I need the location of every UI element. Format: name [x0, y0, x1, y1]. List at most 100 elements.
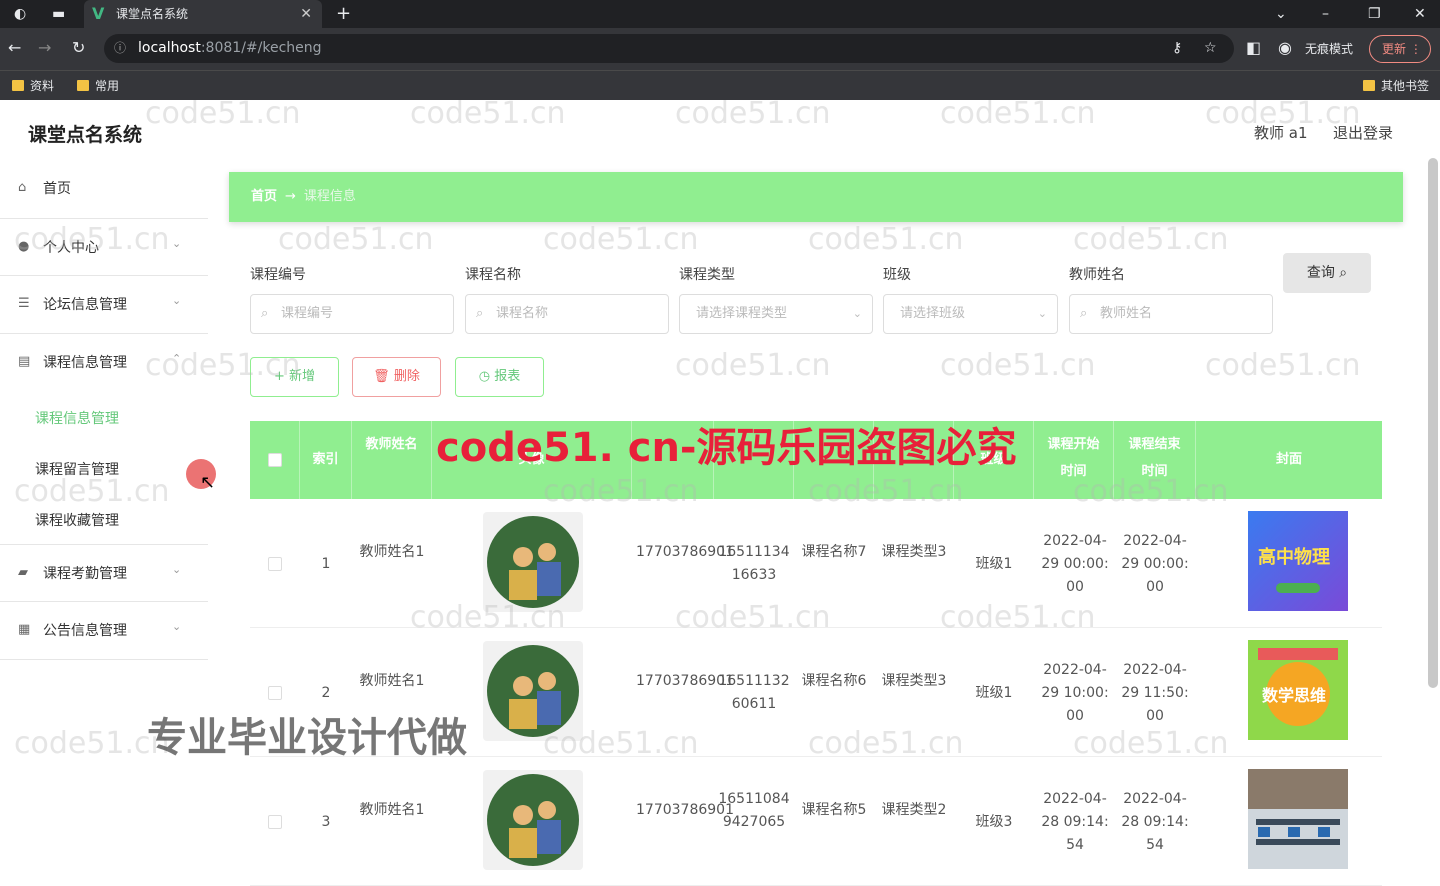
sidebar-item-notice[interactable]: ▦ 公告信息管理 ⌄ [0, 602, 208, 660]
cell-type: 课程类型3 [881, 673, 947, 689]
sidebar-item-home[interactable]: ⌂ 首页 [0, 160, 208, 218]
cell-phone: 17703786901 [636, 544, 734, 560]
minimize-icon[interactable]: – [1322, 4, 1329, 24]
chevron-down-icon[interactable]: ⌄ [1275, 4, 1287, 24]
watermark: code51.cn [410, 96, 566, 131]
placeholder: 教师姓名 [1100, 306, 1153, 321]
trash-icon: 🗑 [373, 369, 390, 384]
user-icon: ● [18, 239, 30, 254]
close-window-icon[interactable]: ✕ [1414, 4, 1426, 24]
class-select[interactable]: 请选择班级 ⌄ [883, 294, 1058, 334]
globe-icon[interactable]: ◐ [14, 4, 26, 24]
search-icon: ⌕ [1339, 265, 1348, 281]
tab-bar: ◐ ▬ V 课堂点名系统 ✕ + ⌄ – ❐ ✕ [0, 0, 1440, 28]
cell-name: 课程名称5 [801, 802, 867, 818]
watermark: code51.cn [1073, 222, 1229, 257]
header-cover[interactable]: 封面 [1196, 421, 1382, 499]
sidebar-item-label: 公告信息管理 [43, 623, 127, 639]
search-icon: ⌕ [261, 306, 269, 321]
back-icon[interactable]: ← [8, 38, 21, 58]
sidebar-item-course[interactable]: ▤ 课程信息管理 ⌃ [0, 334, 208, 392]
cover-image: 数学思维 [1248, 640, 1348, 740]
window-icon[interactable]: ▬ [52, 4, 65, 24]
browser-tab[interactable]: V 课堂点名系统 ✕ [84, 0, 322, 28]
sidepanel-icon[interactable]: ◧ [1246, 38, 1261, 58]
bookmarks-bar: 资料 常用 其他书签 [0, 70, 1440, 100]
user-label[interactable]: 教师 a1 [1254, 122, 1308, 143]
key-icon[interactable]: ⚷ [1172, 34, 1182, 63]
update-button[interactable]: 更新 ⋮ [1369, 35, 1431, 63]
url-input[interactable]: ⓘ localhost:8081/#/kecheng ⚷ ☆ [104, 34, 1234, 63]
chevron-down-icon: ⌄ [852, 307, 862, 320]
header-teacher[interactable]: 教师姓名 [352, 421, 432, 499]
select-all-checkbox[interactable] [268, 453, 282, 467]
watermark: code51.cn [940, 348, 1096, 383]
report-button[interactable]: ◷ 报表 [455, 357, 544, 397]
reload-icon[interactable]: ↻ [72, 38, 85, 58]
header-index[interactable]: 索引 [300, 421, 352, 499]
query-button[interactable]: 查询 ⌕ [1283, 253, 1371, 293]
other-bookmarks[interactable]: 其他书签 [1363, 77, 1429, 95]
watermark: code51.cn [675, 348, 831, 383]
delete-button[interactable]: 🗑 删除 [352, 357, 441, 397]
logout-link[interactable]: 退出登录 [1333, 122, 1393, 143]
delete-label: 删除 [393, 369, 420, 384]
new-tab-icon[interactable]: + [336, 4, 351, 24]
teacher-name-input[interactable]: ⌕ 教师姓名 [1069, 294, 1273, 334]
url-host: localhost [138, 40, 201, 56]
search-icon: ⌕ [476, 306, 484, 321]
filter-label: 课程名称 [465, 267, 521, 283]
close-tab-icon[interactable]: ✕ [300, 0, 312, 28]
add-button[interactable]: + 新增 [250, 357, 339, 397]
cover-image: 高中物理 [1248, 511, 1348, 611]
row-checkbox[interactable] [268, 815, 282, 829]
submenu-course-info[interactable]: 课程信息管理 [35, 408, 119, 428]
cell-teacher: 教师姓名1 [359, 673, 425, 689]
placeholder: 请选择班级 [900, 306, 966, 321]
cell-class: 班级1 [975, 556, 1013, 572]
cell-start: 2022-04-29 10:00:00 [1041, 662, 1109, 724]
gray-watermark: 专业毕业设计代做 [147, 715, 467, 761]
sidebar-item-profile[interactable]: ● 个人中心 ⌄ [0, 218, 208, 276]
cell-teacher: 教师姓名1 [359, 802, 425, 818]
submenu-course-messages[interactable]: 课程留言管理 [35, 459, 119, 479]
book-icon: ▤ [18, 354, 31, 369]
home-icon: ⌂ [18, 180, 27, 195]
row-checkbox[interactable] [268, 686, 282, 700]
row-checkbox[interactable] [268, 557, 282, 571]
sidebar-item-label: 个人中心 [43, 240, 99, 256]
sidebar-item-label: 首页 [43, 181, 71, 197]
cell-start: 2022-04-29 00:00:00 [1041, 533, 1109, 595]
header-start[interactable]: 课程开始时间 [1034, 421, 1114, 499]
bookmark-folder[interactable]: 常用 [77, 77, 119, 95]
watermark: code51.cn [145, 96, 301, 131]
cell-start: 2022-04-28 09:14:54 [1041, 791, 1109, 853]
browser-chrome: ◐ ▬ V 课堂点名系统 ✕ + ⌄ – ❐ ✕ ← → ↻ ⓘ localho… [0, 0, 1440, 100]
bookmark-folder[interactable]: 资料 [12, 77, 54, 95]
table-row[interactable]: 3 教师姓名1 17703786901 165110849427065 课程名称… [250, 757, 1382, 886]
watermark: code51.cn [14, 474, 170, 509]
course-name-input[interactable]: ⌕ 课程名称 [465, 294, 669, 334]
course-code-input[interactable]: ⌕ 课程编号 [250, 294, 454, 334]
course-type-select[interactable]: 请选择课程类型 ⌄ [679, 294, 873, 334]
watermark: code51.cn [543, 222, 699, 257]
sidebar-item-attendance[interactable]: ▰ 课程考勤管理 ⌄ [0, 544, 208, 602]
chevron-down-icon: ⌄ [172, 563, 182, 576]
scrollbar[interactable] [1428, 158, 1438, 688]
star-icon[interactable]: ☆ [1204, 34, 1217, 63]
table-row[interactable]: 1 教师姓名1 17703786901 1651113416633 课程名称7 … [250, 499, 1382, 628]
submenu-course-favorites[interactable]: 课程收藏管理 [35, 510, 119, 530]
cell-index: 3 [321, 814, 331, 830]
header-select-all[interactable] [250, 421, 300, 499]
watermark: code51.cn [675, 96, 831, 131]
maximize-icon[interactable]: ❐ [1368, 4, 1381, 24]
info-icon[interactable]: ⓘ [114, 34, 126, 63]
sidebar-item-forum[interactable]: ☰ 论坛信息管理 ⌄ [0, 276, 208, 334]
breadcrumb-home[interactable]: 首页 [251, 189, 277, 204]
forward-icon[interactable]: → [38, 38, 51, 58]
header-end[interactable]: 课程结束时间 [1114, 421, 1196, 499]
filter-label: 课程类型 [679, 267, 735, 283]
cursor-icon: ↖ [200, 472, 216, 493]
cell-name: 课程名称6 [801, 673, 867, 689]
sidebar-item-label: 论坛信息管理 [43, 297, 127, 313]
